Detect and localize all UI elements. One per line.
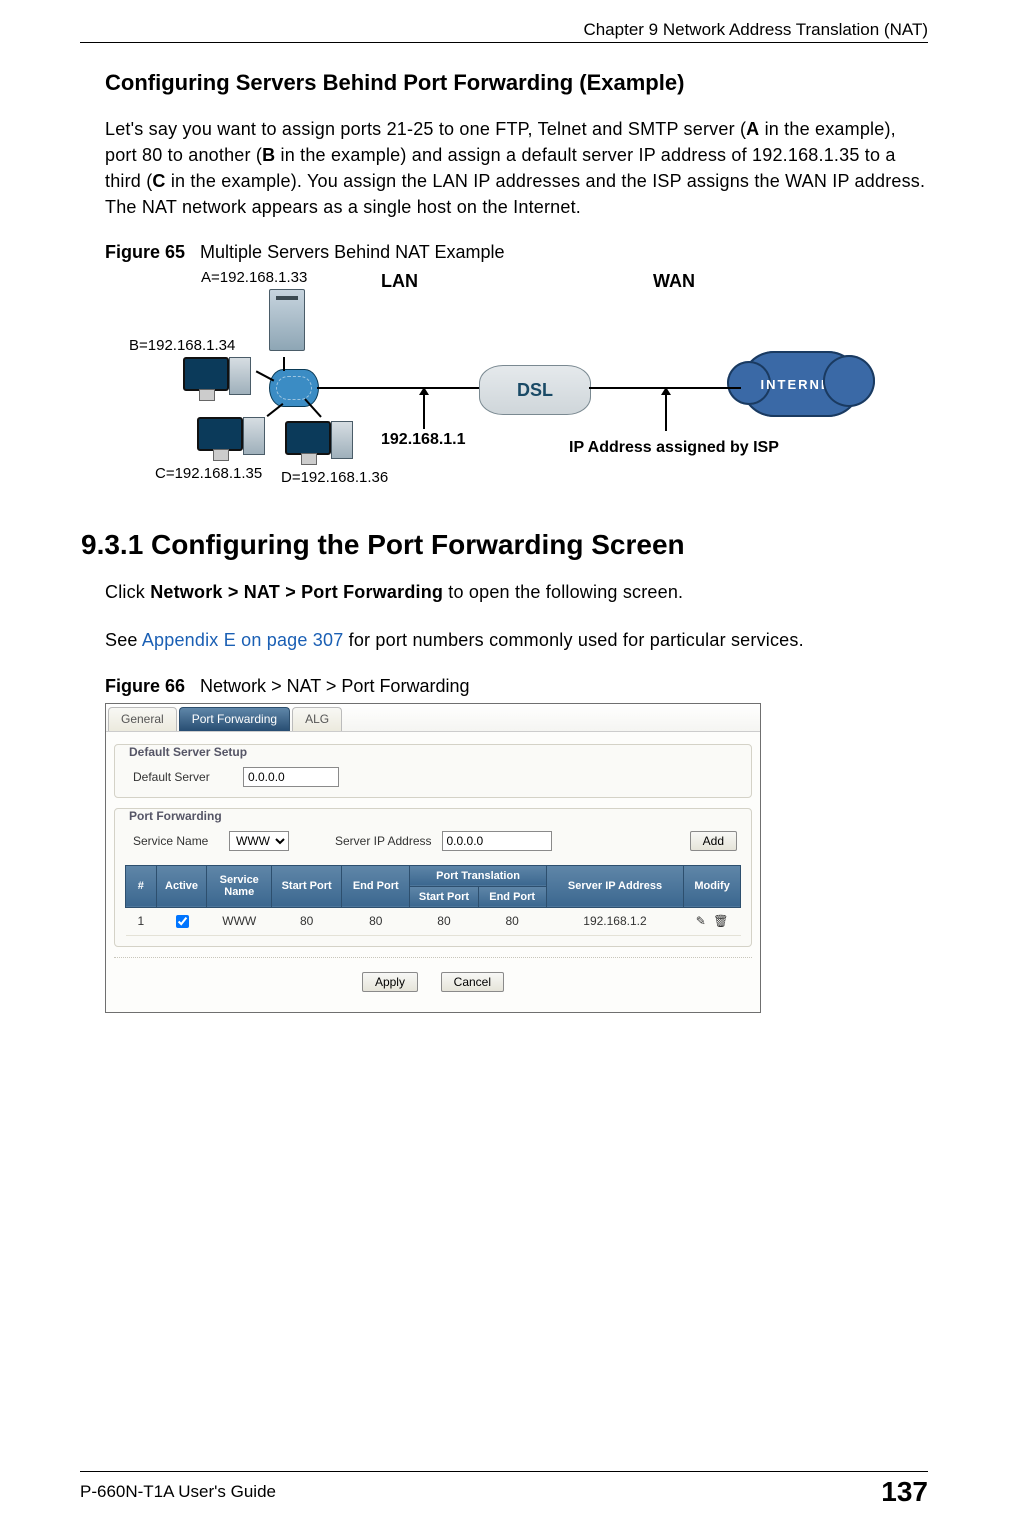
col-trans: Port Translation — [410, 865, 546, 886]
col-service: Service Name — [207, 865, 272, 907]
appendix-link[interactable]: Appendix E on page 307 — [142, 630, 344, 650]
label-LAN: LAN — [381, 271, 418, 292]
col-num: # — [126, 865, 157, 907]
figure66-caption-text: Network > NAT > Port Forwarding — [200, 676, 469, 696]
edit-icon[interactable]: ✎ — [696, 914, 706, 928]
figure66-caption: Figure 66 Network > NAT > Port Forwardin… — [105, 676, 928, 697]
label-D: D=192.168.1.36 — [281, 469, 388, 486]
label-C: C=192.168.1.35 — [155, 465, 262, 482]
see-suffix: for port numbers commonly used for parti… — [343, 630, 803, 650]
cell-end: 80 — [342, 907, 410, 935]
p1a: Let's say you want to assign ports 21-25… — [105, 119, 746, 139]
arrow-gateway — [423, 395, 425, 429]
wire-a — [283, 357, 285, 371]
default-server-group: Default Server Setup Default Server — [114, 744, 752, 798]
label-gateway-ip: 192.168.1.1 — [381, 431, 466, 449]
footer-guide-name: P-660N-T1A User's Guide — [80, 1482, 276, 1502]
figure65-caption: Figure 65 Multiple Servers Behind NAT Ex… — [105, 242, 928, 263]
active-checkbox[interactable] — [176, 915, 189, 928]
service-name-select[interactable]: WWW — [229, 831, 289, 851]
section1-paragraph: Let's say you want to assign ports 21-25… — [105, 116, 928, 220]
label-isp-ip: IP Address assigned by ISP — [569, 439, 779, 457]
cancel-button[interactable]: Cancel — [441, 972, 504, 992]
col-sip: Server IP Address — [546, 865, 683, 907]
col-end: End Port — [342, 865, 410, 907]
switch-icon — [269, 369, 319, 407]
pc-icon-C — [197, 417, 243, 451]
server-C: C — [152, 171, 165, 191]
label-B: B=192.168.1.34 — [129, 337, 235, 354]
cell-start: 80 — [272, 907, 342, 935]
col-modify: Modify — [684, 865, 741, 907]
screenshot-footer: Apply Cancel — [114, 957, 752, 1002]
wire-lan — [317, 387, 479, 389]
figure65-caption-text: Multiple Servers Behind NAT Example — [200, 242, 504, 262]
add-button[interactable]: Add — [690, 831, 737, 851]
figure66-screenshot: General Port Forwarding ALG Default Serv… — [105, 703, 761, 1013]
tab-bar: General Port Forwarding ALG — [106, 704, 760, 732]
server-B: B — [262, 145, 275, 165]
apply-button[interactable]: Apply — [362, 972, 418, 992]
wire-c — [267, 403, 284, 417]
port-forwarding-table: # Active Service Name Start Port End Por… — [125, 865, 741, 936]
figure65-diagram: A=192.168.1.33 LAN WAN B=192.168.1.34 DS… — [105, 269, 865, 499]
dsl-router-icon: DSL — [479, 365, 591, 415]
figure66-label: Figure 66 — [105, 676, 185, 696]
pc-icon-B — [183, 357, 229, 391]
server-A: A — [746, 119, 759, 139]
arrow-isp — [665, 395, 667, 431]
label-A: A=192.168.1.33 — [201, 269, 307, 286]
col-active: Active — [156, 865, 207, 907]
default-server-label: Default Server — [133, 770, 233, 784]
label-WAN: WAN — [653, 271, 695, 292]
cell-num: 1 — [126, 907, 157, 935]
tower-icon-C — [243, 417, 265, 455]
figure65-label: Figure 65 — [105, 242, 185, 262]
port-forwarding-group: Port Forwarding Service Name WWW Server … — [114, 808, 752, 947]
running-header: Chapter 9 Network Address Translation (N… — [583, 20, 928, 40]
page-number: 137 — [881, 1476, 928, 1508]
default-server-group-title: Default Server Setup — [125, 745, 251, 759]
delete-icon[interactable]: 🗑 — [713, 914, 728, 928]
tab-alg[interactable]: ALG — [292, 707, 342, 731]
internet-label: INTERNET — [741, 351, 861, 417]
see-appendix: See Appendix E on page 307 for port numb… — [105, 627, 928, 653]
server-icon-A — [269, 289, 305, 351]
internet-cloud-icon: INTERNET — [741, 351, 861, 417]
cell-modify: ✎ 🗑 — [684, 907, 741, 935]
cell-service: WWW — [207, 907, 272, 935]
tab-port-forwarding[interactable]: Port Forwarding — [179, 707, 290, 731]
click-instruction: Click Network > NAT > Port Forwarding to… — [105, 579, 928, 605]
section-9-3-1-heading: 9.3.1 Configuring the Port Forwarding Sc… — [81, 529, 928, 561]
click-breadcrumb: Network > NAT > Port Forwarding — [150, 582, 443, 602]
cell-active — [156, 907, 207, 935]
pc-icon-D — [285, 421, 331, 455]
click-prefix: Click — [105, 582, 150, 602]
tab-general[interactable]: General — [108, 707, 177, 731]
col-start: Start Port — [272, 865, 342, 907]
section-title-1: Configuring Servers Behind Port Forwardi… — [105, 70, 928, 96]
tower-icon-D — [331, 421, 353, 459]
service-name-label: Service Name — [133, 834, 219, 848]
cell-sip: 192.168.1.2 — [546, 907, 683, 935]
p1d: in the example). You assign the LAN IP a… — [105, 171, 925, 217]
port-forwarding-group-title: Port Forwarding — [125, 809, 226, 823]
col-trans-start: Start Port — [410, 886, 478, 907]
default-server-input[interactable] — [243, 767, 339, 787]
cell-tend: 80 — [478, 907, 546, 935]
see-prefix: See — [105, 630, 142, 650]
col-trans-end: End Port — [478, 886, 546, 907]
header-rule — [80, 42, 928, 43]
dsl-label: DSL — [517, 380, 553, 401]
cell-tstart: 80 — [410, 907, 478, 935]
table-row: 1 WWW 80 80 80 80 192.168.1.2 ✎ — [126, 907, 741, 935]
click-suffix: to open the following screen. — [443, 582, 683, 602]
tower-icon-B — [229, 357, 251, 395]
server-ip-label: Server IP Address — [335, 834, 432, 848]
server-ip-input[interactable] — [442, 831, 552, 851]
footer-rule — [80, 1471, 928, 1472]
